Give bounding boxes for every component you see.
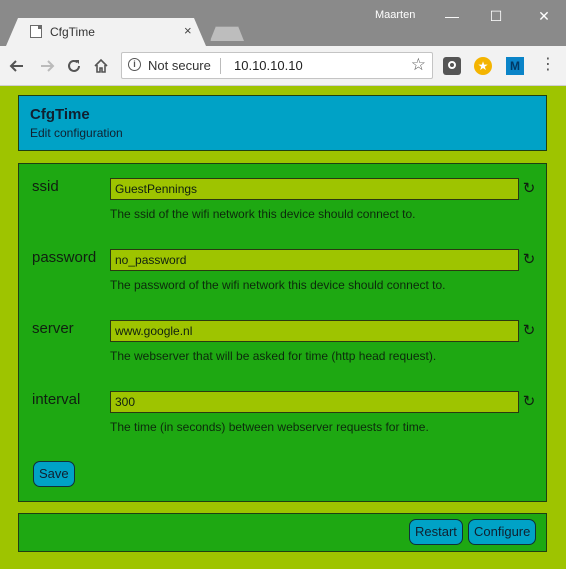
reset-icon[interactable]: ↻: [520, 320, 538, 342]
field-ssid: ssid ↻ The ssid of the wifi network this…: [19, 164, 546, 224]
omnibox-divider: [220, 58, 221, 74]
password-input[interactable]: [110, 249, 519, 271]
address-bar[interactable]: i Not secure 10.10.10.10 ☆: [121, 52, 433, 79]
field-help-text: The webserver that will be asked for tim…: [110, 349, 437, 363]
menu-icon[interactable]: ⋮: [540, 55, 556, 77]
profile-name[interactable]: Maarten: [375, 9, 415, 21]
reload-icon[interactable]: [63, 55, 85, 77]
tab-title: CfgTime: [50, 25, 95, 39]
extension-star-icon[interactable]: ★: [474, 57, 492, 75]
field-label: password: [32, 249, 97, 266]
home-icon[interactable]: [90, 55, 112, 77]
page-subtitle: Edit configuration: [30, 126, 123, 140]
footer-panel: Restart Configure: [18, 513, 547, 552]
server-input[interactable]: [110, 320, 519, 342]
reset-icon[interactable]: ↻: [520, 391, 538, 413]
browser-tab[interactable]: CfgTime ×: [6, 18, 206, 46]
info-icon[interactable]: i: [128, 58, 141, 71]
minimize-button[interactable]: —: [430, 0, 474, 32]
page-title: CfgTime: [30, 106, 90, 123]
window-titlebar: Maarten — ☐ ✕ CfgTime ×: [0, 0, 566, 46]
save-button[interactable]: Save: [33, 461, 75, 487]
field-label: ssid: [32, 178, 59, 195]
config-form: ssid ↻ The ssid of the wifi network this…: [18, 163, 547, 502]
field-help-text: The time (in seconds) between webserver …: [110, 420, 429, 434]
security-label[interactable]: Not secure: [148, 58, 211, 73]
field-label: interval: [32, 391, 81, 408]
reset-icon[interactable]: ↻: [520, 178, 538, 200]
extension-pocket-icon[interactable]: [443, 57, 461, 75]
interval-input[interactable]: [110, 391, 519, 413]
ssid-input[interactable]: [110, 178, 519, 200]
new-tab-button[interactable]: [210, 26, 244, 41]
reset-icon[interactable]: ↻: [520, 249, 538, 271]
configure-button[interactable]: Configure: [468, 519, 537, 545]
close-window-button[interactable]: ✕: [522, 0, 566, 32]
maximize-button[interactable]: ☐: [474, 0, 518, 32]
field-help-text: The password of the wifi network this de…: [110, 278, 446, 292]
tab-close-icon[interactable]: ×: [184, 23, 192, 38]
extension-m-icon[interactable]: M: [506, 57, 524, 75]
restart-button[interactable]: Restart: [409, 519, 463, 545]
forward-icon[interactable]: [36, 55, 58, 77]
header-panel: CfgTime Edit configuration: [18, 95, 547, 151]
browser-toolbar: i Not secure 10.10.10.10 ☆ ★ M ⋮: [0, 46, 566, 86]
star-icon[interactable]: ☆: [411, 55, 426, 75]
field-label: server: [32, 320, 74, 337]
field-server: server ↻ The webserver that will be aske…: [19, 306, 546, 366]
field-password: password ↻ The password of the wifi netw…: [19, 235, 546, 295]
field-help-text: The ssid of the wifi network this device…: [110, 207, 416, 221]
page-favicon-icon: [30, 25, 42, 38]
url-text[interactable]: 10.10.10.10: [234, 58, 303, 73]
field-interval: interval ↻ The time (in seconds) between…: [19, 377, 546, 437]
back-icon[interactable]: [6, 55, 28, 77]
page-content: CfgTime Edit configuration ssid ↻ The ss…: [0, 86, 566, 569]
